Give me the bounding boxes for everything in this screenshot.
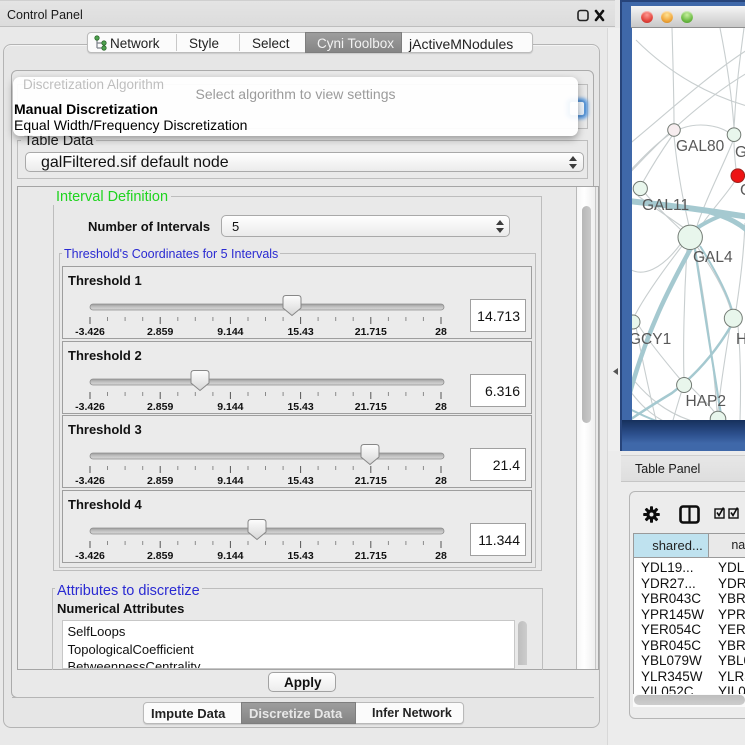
svg-text:HAP2: HAP2	[686, 393, 727, 410]
svg-text:2.859: 2.859	[147, 475, 173, 487]
svg-text:15.43: 15.43	[287, 475, 313, 487]
svg-text:GCY1: GCY1	[632, 331, 671, 348]
svg-text:2.859: 2.859	[147, 550, 173, 562]
svg-text:-3.426: -3.426	[75, 326, 105, 338]
svg-text:-3.426: -3.426	[75, 401, 105, 413]
svg-text:9.144: 9.144	[217, 550, 243, 562]
svg-text:21.715: 21.715	[355, 550, 387, 562]
svg-text:21.715: 21.715	[355, 401, 387, 413]
svg-text:9.144: 9.144	[217, 401, 243, 413]
svg-text:15.43: 15.43	[287, 401, 313, 413]
svg-text:-3.426: -3.426	[75, 475, 105, 487]
svg-text:2.859: 2.859	[147, 326, 173, 338]
svg-text:9.144: 9.144	[217, 475, 243, 487]
svg-text:9.144: 9.144	[217, 326, 243, 338]
svg-text:GAL11: GAL11	[642, 197, 689, 214]
svg-text:GAL80: GAL80	[676, 138, 725, 155]
svg-text:28: 28	[435, 475, 447, 487]
svg-text:15.43: 15.43	[287, 326, 313, 338]
svg-text:H: H	[736, 331, 745, 348]
svg-text:28: 28	[435, 550, 447, 562]
svg-text:G.: G.	[735, 144, 745, 161]
svg-text:21.715: 21.715	[355, 475, 387, 487]
svg-text:28: 28	[435, 326, 447, 338]
svg-text:28: 28	[435, 401, 447, 413]
svg-text:21.715: 21.715	[355, 326, 387, 338]
svg-text:2.859: 2.859	[147, 401, 173, 413]
svg-text:15.43: 15.43	[287, 550, 313, 562]
svg-text:GAL4: GAL4	[693, 249, 733, 266]
svg-text:C: C	[740, 182, 745, 199]
svg-text:-3.426: -3.426	[75, 550, 105, 562]
